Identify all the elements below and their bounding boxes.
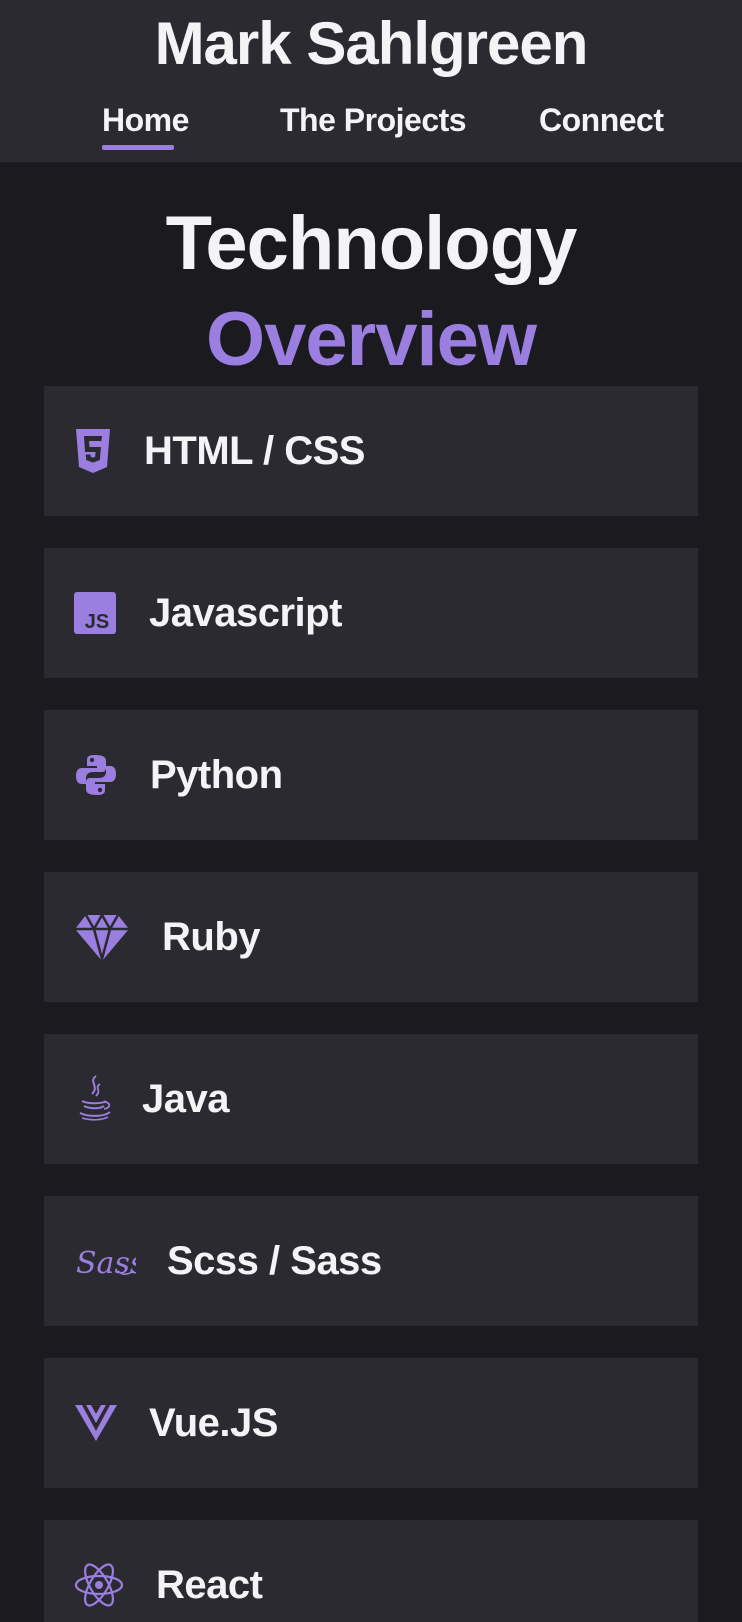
tech-card-scss-sass[interactable]: Sass Scss / Sass [44,1196,698,1326]
sass-icon: Sass [74,1237,136,1285]
page-heading-primary: Technology [165,201,578,286]
ruby-gem-icon [74,913,130,961]
tech-label: Ruby [162,915,261,959]
tech-card-ruby[interactable]: Ruby [44,872,698,1002]
tech-label: HTML / CSS [144,429,365,473]
nav-connect[interactable]: Connect [539,96,664,144]
tech-card-react[interactable]: React [44,1520,698,1622]
tech-card-python[interactable]: Python [44,710,698,840]
tech-label: Python [150,753,283,797]
tech-label: React [156,1563,263,1607]
html5-icon [74,427,124,475]
tech-card-java[interactable]: Java [44,1034,698,1164]
site-header: Mark Sahlgreen Home The Projects Connect [0,0,742,162]
nav-home[interactable]: Home [102,96,189,144]
nav-active-indicator [102,145,174,150]
nav-the-projects[interactable]: The Projects [280,96,467,144]
tech-label: Javascript [149,591,342,635]
javascript-icon: JS [74,589,124,637]
page-heading: Technology Overview [0,196,742,388]
svg-text:JS: JS [85,611,109,633]
tech-card-vuejs[interactable]: Vue.JS [44,1358,698,1488]
tech-label: Vue.JS [149,1401,278,1445]
svg-text:Sass: Sass [76,1246,136,1281]
site-title[interactable]: Mark Sahlgreen [0,4,742,84]
page-heading-accent: Overview [206,297,537,382]
tech-label: Scss / Sass [167,1239,382,1283]
react-atom-icon [74,1561,124,1609]
tech-card-javascript[interactable]: JS Javascript [44,548,698,678]
vue-icon [74,1399,124,1447]
tech-label: Java [142,1077,229,1121]
java-coffee-icon [74,1075,124,1123]
python-icon [74,751,124,799]
tech-card-html-css[interactable]: HTML / CSS [44,386,698,516]
